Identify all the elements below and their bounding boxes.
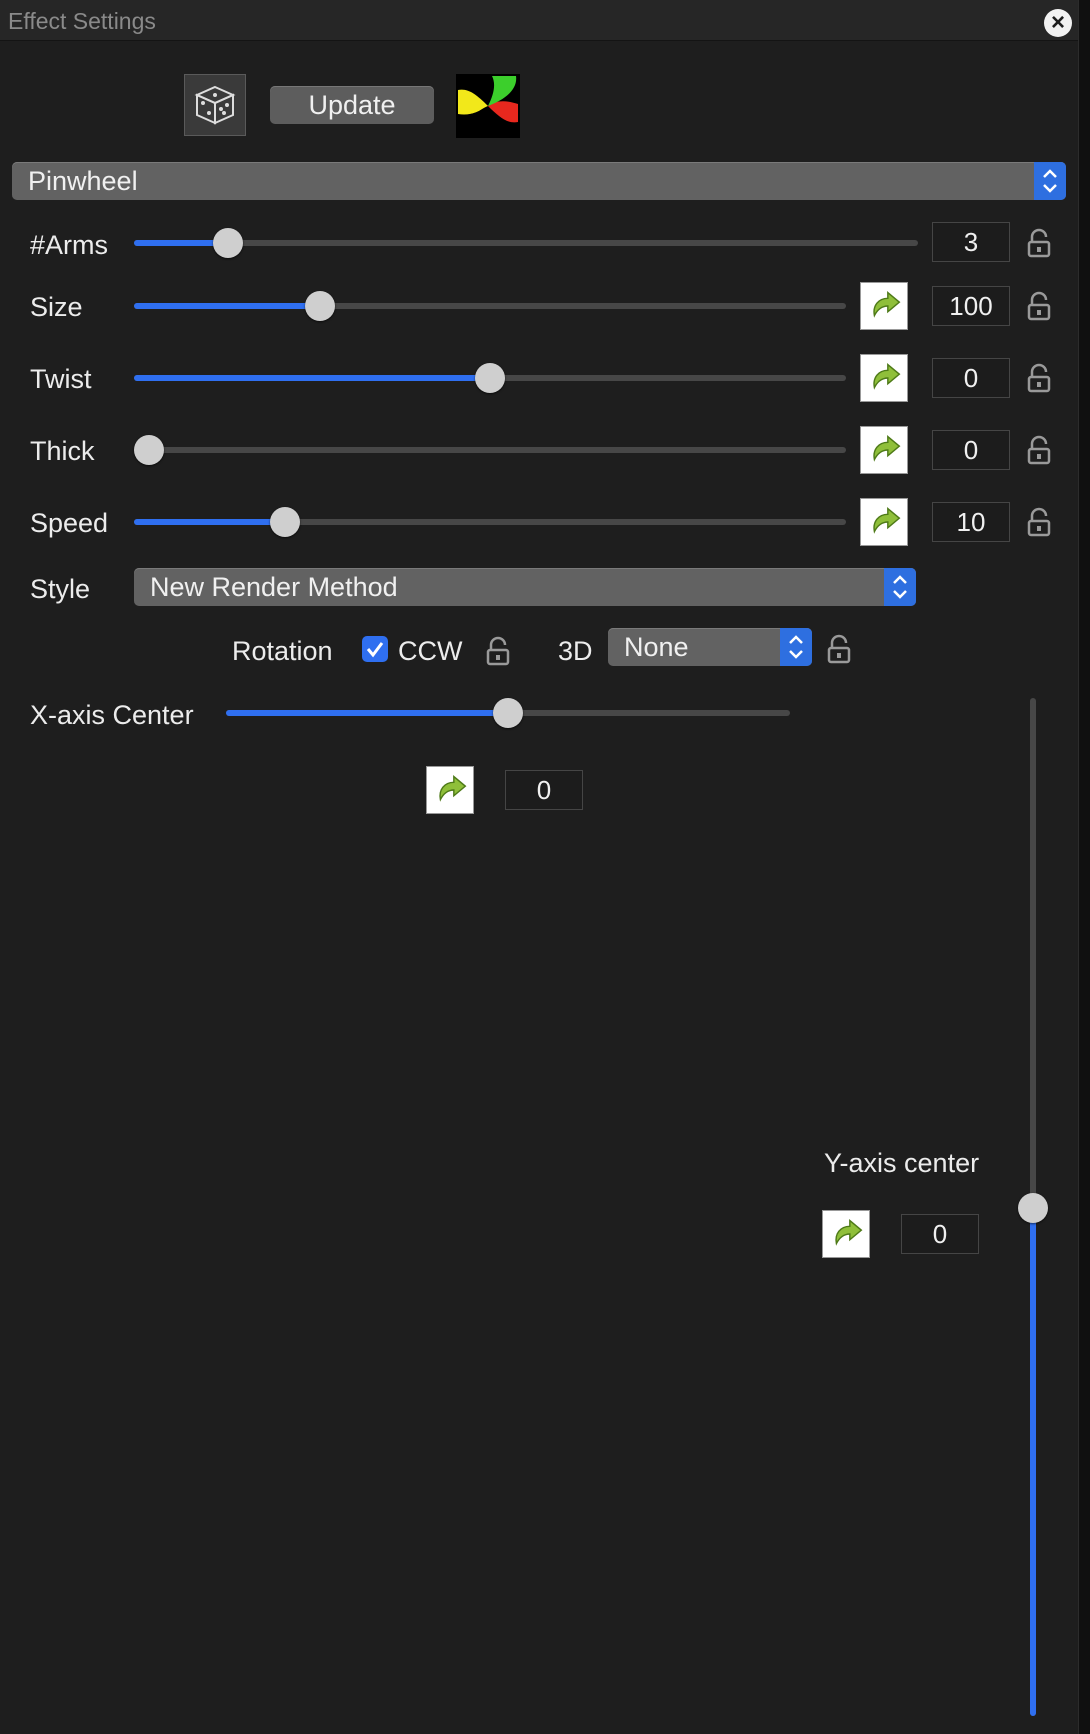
dice-icon bbox=[194, 85, 236, 125]
arms-value-field[interactable]: 3 bbox=[932, 222, 1010, 262]
x-center-value-field[interactable]: 0 bbox=[505, 770, 583, 810]
reset-arrow-icon bbox=[873, 363, 901, 390]
effect-select[interactable]: Pinwheel bbox=[12, 162, 1066, 200]
size-label: Size bbox=[30, 292, 83, 322]
reset-arrow-icon bbox=[873, 507, 901, 534]
speed-value-field[interactable]: 10 bbox=[932, 502, 1010, 542]
thick-label: Thick bbox=[30, 436, 95, 466]
speed-slider-thumb[interactable] bbox=[270, 507, 300, 537]
rotation-label: Rotation bbox=[232, 636, 333, 666]
randomize-button[interactable] bbox=[184, 74, 246, 136]
x-center-slider-fill bbox=[226, 710, 508, 716]
x-center-label: X-axis Center bbox=[30, 700, 194, 730]
arms-slider[interactable] bbox=[134, 240, 918, 246]
window-title: Effect Settings bbox=[8, 8, 156, 34]
twist-label: Twist bbox=[30, 364, 92, 394]
ccw-label: CCW bbox=[398, 636, 463, 666]
lock-icon[interactable] bbox=[1026, 435, 1052, 465]
size-slider-thumb[interactable] bbox=[305, 291, 335, 321]
y-center-value-field[interactable]: 0 bbox=[901, 1214, 979, 1254]
size-reset-button[interactable] bbox=[860, 282, 908, 330]
lock-icon[interactable] bbox=[1026, 291, 1052, 321]
size-value-field[interactable]: 100 bbox=[932, 286, 1010, 326]
title-bar bbox=[0, 0, 1078, 41]
reset-arrow-icon bbox=[873, 435, 901, 462]
y-center-label: Y-axis center bbox=[824, 1148, 980, 1178]
lock-icon[interactable] bbox=[1026, 507, 1052, 537]
chevron-updown-icon bbox=[780, 628, 812, 666]
close-icon[interactable]: × bbox=[1044, 9, 1072, 37]
y-center-reset-button[interactable] bbox=[822, 1210, 870, 1258]
size-slider-fill bbox=[134, 303, 320, 309]
three-d-label: 3D bbox=[558, 636, 593, 666]
reset-arrow-icon bbox=[439, 775, 467, 802]
reset-arrow-icon bbox=[835, 1219, 863, 1246]
x-center-reset-button[interactable] bbox=[426, 766, 474, 814]
lock-icon[interactable] bbox=[485, 636, 511, 666]
window-edge bbox=[1078, 0, 1090, 1734]
lock-icon[interactable] bbox=[826, 634, 852, 664]
style-select[interactable]: New Render Method bbox=[134, 568, 916, 606]
ccw-checkbox[interactable] bbox=[362, 636, 388, 662]
update-button[interactable]: Update bbox=[270, 86, 434, 124]
lock-icon[interactable] bbox=[1026, 363, 1052, 393]
chevron-updown-icon bbox=[1034, 162, 1066, 200]
speed-label: Speed bbox=[30, 508, 109, 538]
thick-slider-thumb[interactable] bbox=[134, 435, 164, 465]
lock-icon[interactable] bbox=[1026, 228, 1052, 258]
chevron-updown-icon bbox=[884, 568, 916, 606]
style-label: Style bbox=[30, 574, 91, 604]
twist-value-field[interactable]: 0 bbox=[932, 358, 1010, 398]
checkmark-icon bbox=[366, 642, 384, 658]
twist-reset-button[interactable] bbox=[860, 354, 908, 402]
thick-reset-button[interactable] bbox=[860, 426, 908, 474]
style-select-value: New Render Method bbox=[150, 572, 398, 602]
speed-reset-button[interactable] bbox=[860, 498, 908, 546]
three-d-select[interactable]: None bbox=[608, 628, 812, 666]
thick-value-field[interactable]: 0 bbox=[932, 430, 1010, 470]
y-center-slider-fill bbox=[1030, 1207, 1036, 1716]
x-center-slider-thumb[interactable] bbox=[493, 698, 523, 728]
three-d-select-value: None bbox=[624, 632, 689, 662]
y-center-slider-thumb[interactable] bbox=[1018, 1193, 1048, 1223]
arms-label: #Arms bbox=[30, 230, 109, 260]
twist-slider-fill bbox=[134, 375, 490, 381]
speed-slider-fill bbox=[134, 519, 284, 525]
arms-slider-thumb[interactable] bbox=[213, 228, 243, 258]
thick-slider[interactable] bbox=[134, 447, 846, 453]
effect-select-value: Pinwheel bbox=[28, 166, 138, 196]
twist-slider-thumb[interactable] bbox=[475, 363, 505, 393]
reset-arrow-icon bbox=[873, 291, 901, 318]
pinwheel-preview-icon bbox=[456, 74, 520, 138]
